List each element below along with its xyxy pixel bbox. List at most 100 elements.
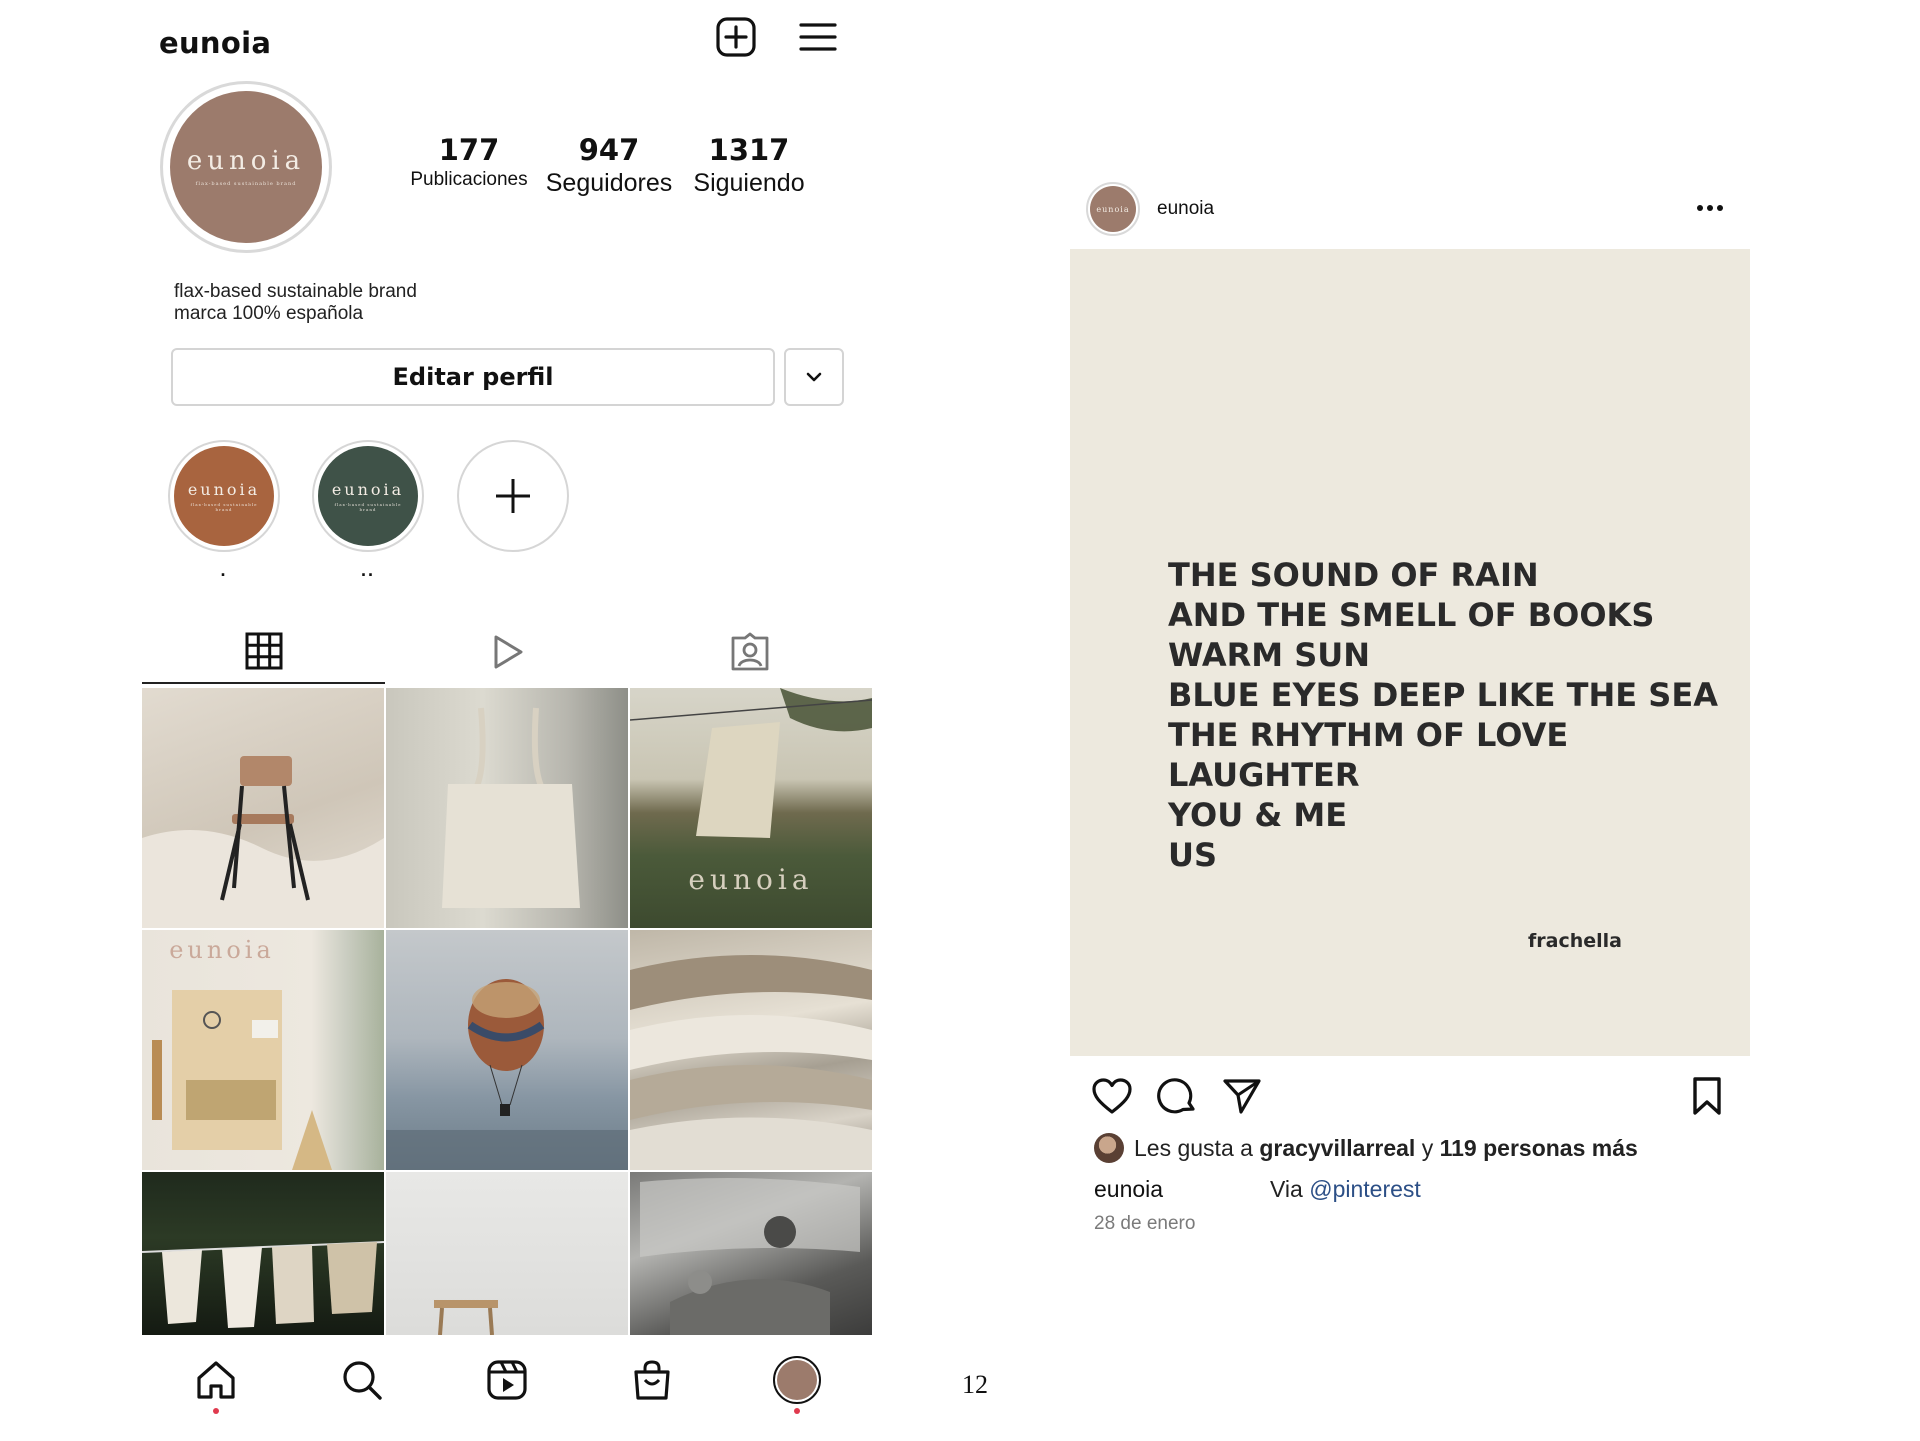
search-icon	[343, 1361, 382, 1400]
heart-icon	[1092, 1078, 1132, 1114]
edit-profile-button[interactable]: Editar perfil	[171, 348, 775, 406]
folded-linen-photo	[630, 955, 872, 1170]
save-button[interactable]	[1683, 1072, 1731, 1120]
post-thumbnail[interactable]	[386, 688, 628, 928]
post-thumbnail[interactable]	[386, 930, 628, 1170]
quote-line: LAUGHTER	[1168, 756, 1360, 794]
bookmark-icon	[1693, 1077, 1721, 1115]
quote-line: AND THE SMELL OF BOOKS	[1168, 596, 1655, 634]
post-author-avatar[interactable]: eunoia	[1086, 182, 1140, 236]
play-icon	[494, 635, 522, 669]
more-icon	[1697, 205, 1723, 211]
profile-username: eunoia	[159, 26, 272, 60]
new-post-icon[interactable]	[713, 14, 759, 60]
profile-avatar[interactable]: eunoia flax-based sustainable brand	[160, 81, 332, 253]
tagged-user-icon	[731, 632, 768, 671]
likes-count[interactable]: 119 personas más	[1440, 1135, 1638, 1162]
like-button[interactable]	[1088, 1072, 1136, 1120]
hot-air-balloon-photo	[386, 979, 628, 1170]
comment-button[interactable]	[1153, 1072, 1201, 1120]
quote-line: THE RHYTHM OF LOVE	[1168, 716, 1569, 754]
stat-following[interactable]: 1317 Siguiendo	[682, 133, 816, 198]
quote-line: WARM SUN	[1168, 636, 1371, 674]
car-window-photo	[640, 1178, 860, 1335]
post-thumbnail[interactable]	[630, 930, 872, 1170]
tote-bag-photo	[442, 707, 580, 908]
eunoia-logo: eunoia flax-based sustainable brand	[170, 91, 322, 243]
post-username[interactable]: eunoia	[1157, 198, 1214, 220]
post-image[interactable]: THE SOUND OF RAIN AND THE SMELL OF BOOKS…	[1070, 249, 1750, 1056]
notification-dot	[213, 1408, 219, 1414]
quote-line: THE SOUND OF RAIN	[1168, 556, 1539, 594]
grid-logo-overlay: eunoia	[169, 936, 275, 964]
grid-logo-overlay: eunoia	[688, 863, 814, 896]
chair-photo	[142, 756, 384, 928]
posts-count: 177	[438, 133, 500, 167]
story-highlight-2[interactable]: eunoia flax-based sustainable brand	[312, 440, 424, 552]
post-thumbnail[interactable]	[142, 1172, 384, 1335]
bio-line: flax-based sustainable brand	[174, 281, 417, 302]
likes-summary[interactable]: Les gusta a gracyvillarreal y 119 person…	[1094, 1133, 1638, 1163]
followers-count: 947	[578, 133, 640, 167]
chevron-down-icon	[806, 372, 822, 382]
send-icon	[1223, 1079, 1261, 1114]
eunoia-logo: eunoia	[1090, 186, 1136, 232]
new-highlight-button[interactable]	[457, 440, 569, 552]
caption-via: Via	[1270, 1176, 1310, 1202]
likes-connector: y	[1415, 1134, 1440, 1161]
nav-shop[interactable]	[622, 1350, 682, 1410]
stool-photo	[434, 1300, 498, 1335]
post-date: 28 de enero	[1094, 1213, 1196, 1234]
tab-posts-grid[interactable]	[142, 620, 385, 684]
posts-label: Publicaciones	[410, 169, 528, 190]
reels-icon	[487, 1360, 527, 1400]
quote-line: US	[1168, 836, 1218, 874]
post-options-button[interactable]	[1690, 188, 1730, 228]
story-highlight-1[interactable]: eunoia flax-based sustainable brand	[168, 440, 280, 552]
profile-screen: eunoia eunoia flax-based sustainable bra…	[142, 0, 872, 1441]
posts-grid: eunoia eunoia	[142, 688, 872, 1335]
menu-icon[interactable]	[797, 16, 839, 58]
post-thumbnail[interactable]	[386, 1172, 628, 1335]
liker-username[interactable]: gracyvillarreal	[1259, 1135, 1415, 1162]
nav-reels[interactable]	[477, 1350, 537, 1410]
followers-label: Seguidores	[545, 169, 673, 197]
bottom-navigation	[142, 1340, 872, 1420]
highlight-label: .	[220, 560, 228, 580]
profile-avatar-small	[773, 1356, 821, 1404]
notification-dot	[794, 1408, 800, 1414]
home-icon	[197, 1361, 235, 1399]
liker-avatar	[1094, 1133, 1124, 1163]
suggestions-dropdown-button[interactable]	[784, 348, 844, 406]
quote-line: YOU & ME	[1168, 796, 1348, 834]
bio-line: marca 100% española	[174, 303, 364, 324]
likes-prefix: Les gusta a	[1134, 1134, 1260, 1161]
post-thumbnail[interactable]	[142, 688, 384, 928]
quote-text: THE SOUND OF RAIN AND THE SMELL OF BOOKS…	[1168, 555, 1718, 875]
nav-home[interactable]	[186, 1350, 246, 1414]
grid-icon	[245, 632, 282, 670]
share-button[interactable]	[1218, 1072, 1266, 1120]
caption-username[interactable]: eunoia	[1094, 1176, 1163, 1203]
following-count: 1317	[708, 133, 790, 167]
nav-profile[interactable]	[767, 1350, 827, 1414]
pegboard-photo	[152, 990, 332, 1170]
following-label: Siguiendo	[693, 169, 805, 197]
caption: Via @pinterest	[1270, 1176, 1421, 1203]
plus-icon	[496, 479, 530, 513]
quote-author: frachella	[1528, 930, 1622, 952]
mention-link[interactable]: @pinterest	[1309, 1176, 1421, 1202]
post-thumbnail[interactable]	[630, 1172, 872, 1335]
post-thumbnail[interactable]: eunoia	[142, 930, 384, 1170]
nav-search[interactable]	[332, 1350, 392, 1410]
highlight-label: ..	[360, 560, 375, 580]
highlight-cover: eunoia flax-based sustainable brand	[174, 446, 274, 546]
shopping-bag-icon	[634, 1360, 670, 1400]
tab-tagged[interactable]	[628, 620, 871, 684]
clothesline-photo	[142, 1241, 384, 1328]
tab-reels[interactable]	[385, 620, 628, 684]
stat-followers[interactable]: 947 Seguidores	[542, 133, 676, 198]
post-thumbnail[interactable]: eunoia	[630, 688, 872, 928]
stat-posts[interactable]: 177 Publicaciones	[402, 133, 536, 191]
highlight-cover: eunoia flax-based sustainable brand	[318, 446, 418, 546]
